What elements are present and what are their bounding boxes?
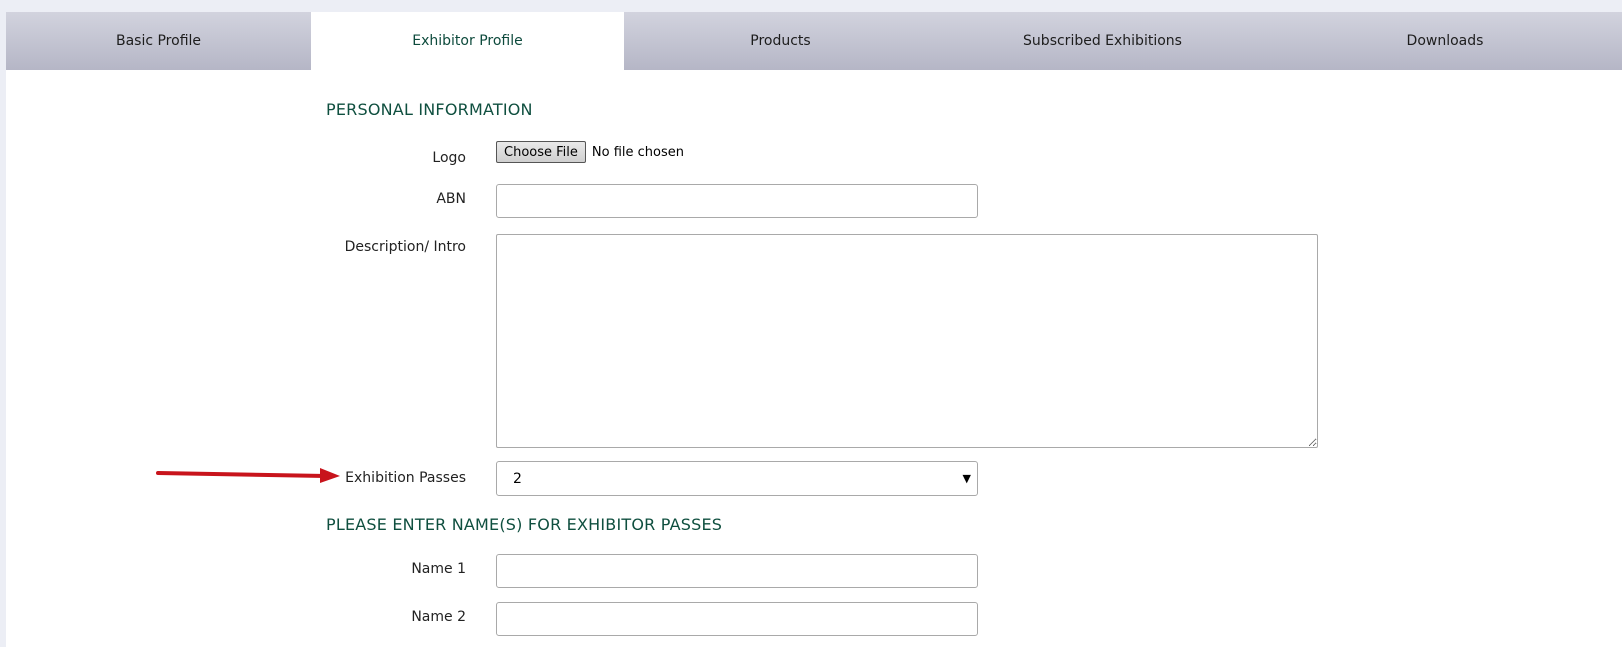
tab-exhibitor-profile[interactable]: Exhibitor Profile xyxy=(311,12,624,70)
name-2-label: Name 2 xyxy=(411,609,466,625)
exhibition-passes-select[interactable]: 2 ▼ xyxy=(496,461,978,496)
personal-information-heading: PERSONAL INFORMATION xyxy=(326,100,533,119)
tab-subscribed-exhibitions[interactable]: Subscribed Exhibitions xyxy=(937,12,1268,70)
description-textarea[interactable] xyxy=(496,234,1318,448)
red-arrow-annotation xyxy=(156,468,340,483)
tab-products[interactable]: Products xyxy=(624,12,937,70)
name-1-label: Name 1 xyxy=(411,561,466,577)
abn-label: ABN xyxy=(436,191,466,207)
profile-panel: Basic Profile Exhibitor Profile Products… xyxy=(6,12,1622,647)
abn-input[interactable] xyxy=(496,184,978,218)
choose-file-button[interactable]: Choose File xyxy=(496,141,586,163)
exhibitor-passes-names-heading: PLEASE ENTER NAME(S) FOR EXHIBITOR PASSE… xyxy=(326,515,723,534)
description-label: Description/ Intro xyxy=(344,239,466,255)
name-2-input[interactable] xyxy=(496,602,978,636)
tab-downloads[interactable]: Downloads xyxy=(1268,12,1622,70)
tab-bar: Basic Profile Exhibitor Profile Products… xyxy=(6,12,1622,70)
dropdown-caret-icon: ▼ xyxy=(962,472,971,485)
logo-file-input: Choose File No file chosen xyxy=(496,141,684,163)
exhibition-passes-label: Exhibition Passes xyxy=(345,470,466,486)
name-1-input[interactable] xyxy=(496,554,978,588)
logo-label: Logo xyxy=(432,150,466,166)
file-status-text: No file chosen xyxy=(591,144,684,160)
tab-basic-profile[interactable]: Basic Profile xyxy=(6,12,311,70)
exhibition-passes-value: 2 xyxy=(513,470,522,487)
